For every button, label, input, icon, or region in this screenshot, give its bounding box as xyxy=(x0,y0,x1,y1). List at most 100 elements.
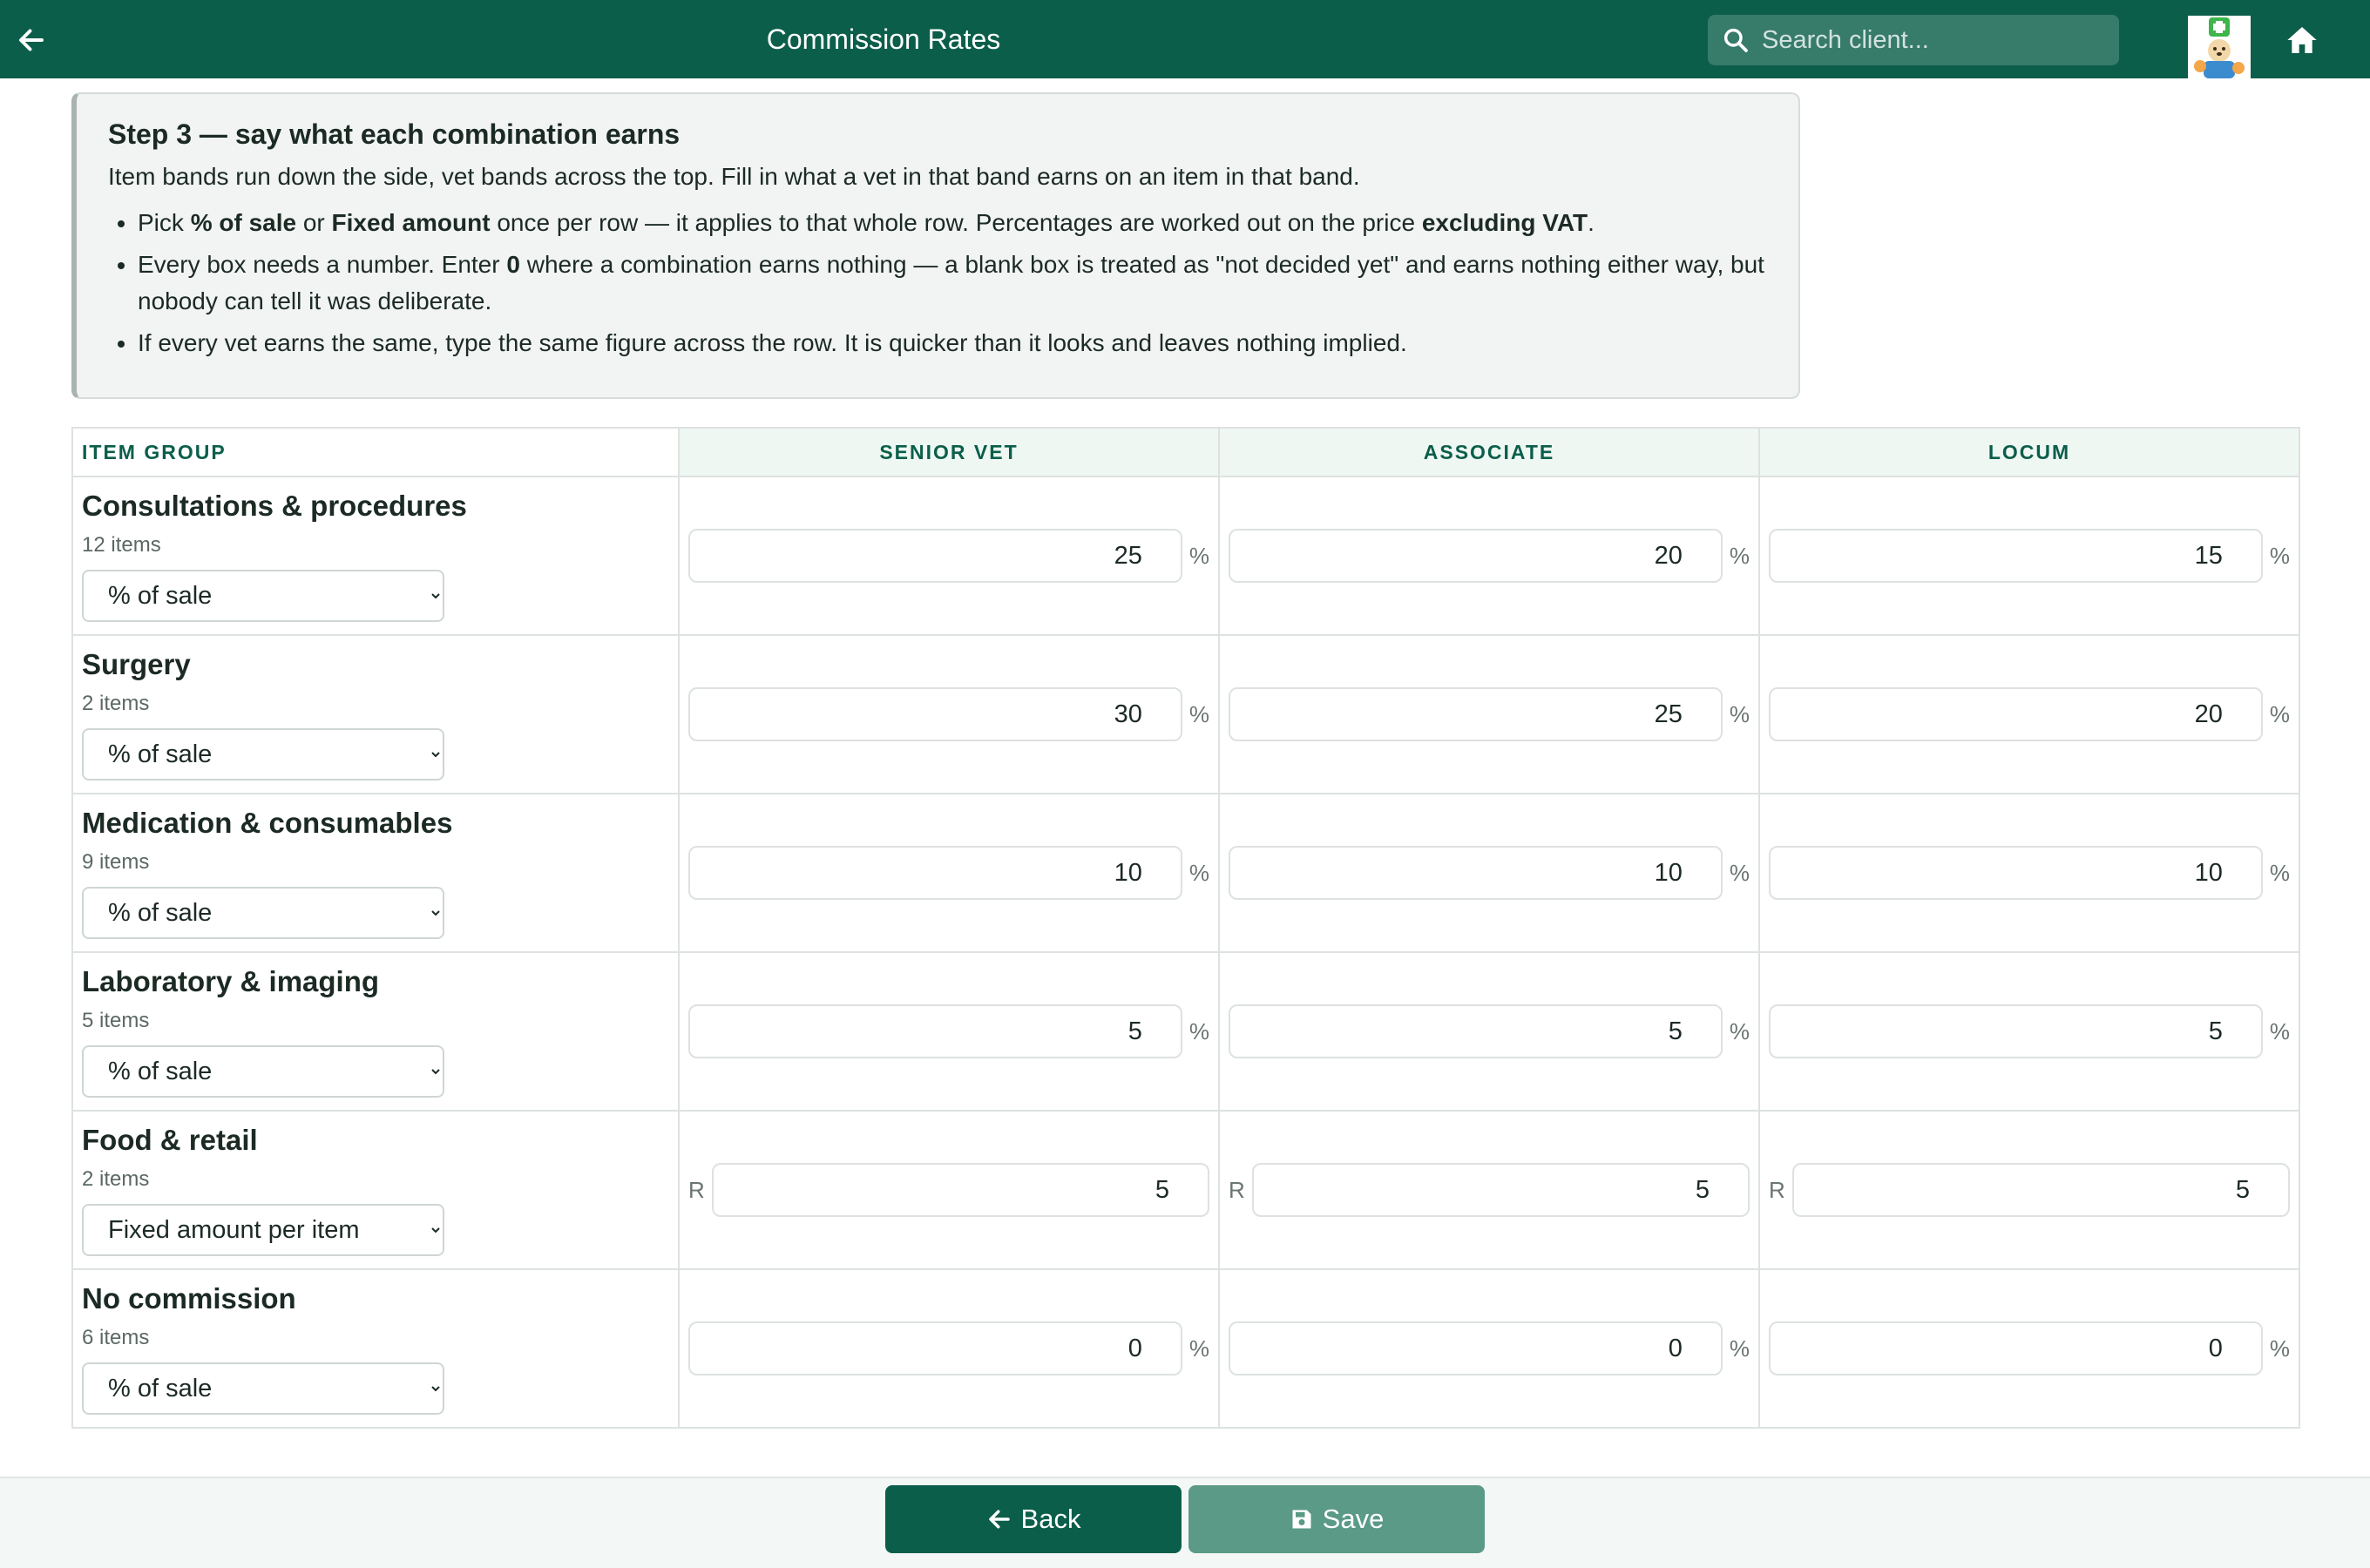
commission-mode-select[interactable]: % of saleFixed amount per item xyxy=(82,570,444,622)
rate-input[interactable] xyxy=(1769,529,2263,583)
rate-input[interactable] xyxy=(1791,1163,2290,1217)
instruction-item: Pick % of sale or Fixed amount once per … xyxy=(138,205,1767,241)
item-group-cell: Consultations & procedures 12 items % of s… xyxy=(71,476,680,636)
rate-input[interactable] xyxy=(688,846,1182,900)
commission-mode-select[interactable]: % of saleFixed amount per item xyxy=(82,1362,444,1415)
rate-input[interactable] xyxy=(688,1321,1182,1375)
top-bar: Commission Rates xyxy=(0,0,2370,78)
rate-cell-locum: % xyxy=(1758,1268,2300,1429)
item-group-count: 2 items xyxy=(82,1167,150,1191)
rate-input[interactable] xyxy=(1229,846,1723,900)
arrow-left-icon xyxy=(988,1510,1010,1529)
commission-mode-select[interactable]: % of saleFixed amount per item xyxy=(82,887,444,939)
commission-mode-select[interactable]: % of saleFixed amount per item xyxy=(82,1204,444,1256)
instruction-item: If every vet earns the same, type the sa… xyxy=(138,325,1767,362)
row-consultations: Consultations & procedures 12 items % of s… xyxy=(71,476,2300,636)
row-food-retail: Food & retail 2 items % of saleFixed amoun… xyxy=(71,1110,2300,1270)
rate-cell-associate: % xyxy=(1218,476,1760,636)
column-header-associate: ASSOCIATE xyxy=(1218,427,1760,477)
percent-suffix: % xyxy=(1188,542,1209,569)
percent-suffix: % xyxy=(2269,1335,2290,1362)
percent-suffix: % xyxy=(1729,1017,1750,1044)
item-group-cell: No commission 6 items % of saleFixed amoun… xyxy=(71,1268,680,1429)
instruction-item: Every box needs a number. Enter 0 where … xyxy=(138,247,1767,320)
item-group-cell: Laboratory & imaging 5 items % of saleFixe… xyxy=(71,951,680,1112)
percent-suffix: % xyxy=(2269,542,2290,569)
back-button[interactable]: Back xyxy=(885,1485,1182,1553)
rate-input[interactable] xyxy=(1251,1163,1750,1217)
commission-grid: ITEM GROUP SENIOR VET ASSOCIATE LOCUM Co… xyxy=(71,427,2300,1429)
percent-suffix: % xyxy=(1729,542,1750,569)
percent-suffix: % xyxy=(1188,1335,1209,1362)
percent-suffix: % xyxy=(1729,859,1750,886)
rate-cell-senior-vet: % xyxy=(678,1268,1220,1429)
search-input[interactable] xyxy=(1762,15,2110,65)
currency-prefix: R xyxy=(688,1176,705,1203)
percent-suffix: % xyxy=(1188,700,1209,727)
item-group-count: 5 items xyxy=(82,1009,150,1032)
rate-input[interactable] xyxy=(1769,687,2263,741)
back-button-label: Back xyxy=(1020,1504,1081,1534)
rate-input[interactable] xyxy=(1769,846,2263,900)
percent-suffix: % xyxy=(2269,859,2290,886)
percent-suffix: % xyxy=(2269,700,2290,727)
item-group-count: 2 items xyxy=(82,692,150,715)
column-header-senior-vet: SENIOR VET xyxy=(678,427,1220,477)
row-laboratory: Laboratory & imaging 5 items % of saleFixe… xyxy=(71,951,2300,1112)
instructions-intro: Item bands run down the side, vet bands … xyxy=(108,163,1360,190)
percent-suffix: % xyxy=(1188,1017,1209,1044)
row-medication: Medication & consumables 9 items % of sale… xyxy=(71,793,2300,953)
item-group-name: Medication & consumables xyxy=(82,807,453,839)
rate-input[interactable] xyxy=(1229,687,1723,741)
item-group-count: 9 items xyxy=(82,850,150,874)
commission-mode-select[interactable]: % of saleFixed amount per item xyxy=(82,1045,444,1098)
rate-cell-locum: R xyxy=(1758,1110,2300,1270)
percent-suffix: % xyxy=(1729,700,1750,727)
rate-cell-senior-vet: % xyxy=(678,476,1220,636)
percent-suffix: % xyxy=(1729,1335,1750,1362)
search-icon xyxy=(1723,28,1748,52)
rate-cell-associate: % xyxy=(1218,634,1760,794)
save-button-label: Save xyxy=(1322,1504,1385,1534)
item-group-name: No commission xyxy=(82,1282,296,1315)
rate-input[interactable] xyxy=(688,687,1182,741)
percent-suffix: % xyxy=(1188,859,1209,886)
rate-input[interactable] xyxy=(1769,1004,2263,1058)
home-icon[interactable] xyxy=(2285,23,2319,57)
grid-header-row: ITEM GROUP SENIOR VET ASSOCIATE LOCUM xyxy=(71,427,2300,477)
item-group-count: 12 items xyxy=(82,533,161,557)
rate-cell-associate: % xyxy=(1218,793,1760,953)
clinic-logo xyxy=(2188,16,2251,78)
instructions-title: Step 3 — say what each combination earns xyxy=(108,118,681,150)
rate-cell-senior-vet: % xyxy=(678,793,1220,953)
rate-input[interactable] xyxy=(1229,1004,1723,1058)
percent-suffix: % xyxy=(2269,1017,2290,1044)
currency-prefix: R xyxy=(1769,1176,1785,1203)
rate-input[interactable] xyxy=(688,1004,1182,1058)
rate-cell-associate: R xyxy=(1218,1110,1760,1270)
row-no-commission: No commission 6 items % of saleFixed amoun… xyxy=(71,1268,2300,1429)
item-group-name: Surgery xyxy=(82,648,191,680)
footer-bar xyxy=(0,1477,2370,1568)
item-group-cell: Surgery 2 items % of saleFixed amount per … xyxy=(71,634,680,794)
rate-input[interactable] xyxy=(1229,1321,1723,1375)
rate-cell-senior-vet: % xyxy=(678,951,1220,1112)
rate-input[interactable] xyxy=(688,529,1182,583)
item-group-name: Food & retail xyxy=(82,1124,258,1156)
search-box[interactable] xyxy=(1708,15,2119,65)
item-group-cell: Food & retail 2 items % of saleFixed amoun… xyxy=(71,1110,680,1270)
row-surgery: Surgery 2 items % of saleFixed amount per … xyxy=(71,634,2300,794)
instructions-panel: Step 3 — say what each combination earns… xyxy=(71,92,1800,399)
rate-input[interactable] xyxy=(1229,529,1723,583)
rate-cell-associate: % xyxy=(1218,1268,1760,1429)
save-button[interactable]: Save xyxy=(1188,1485,1485,1553)
currency-prefix: R xyxy=(1229,1176,1245,1203)
rate-cell-locum: % xyxy=(1758,951,2300,1112)
instructions-list: Pick % of sale or Fixed amount once per … xyxy=(108,205,1767,362)
item-group-name: Consultations & procedures xyxy=(82,490,467,522)
rate-input[interactable] xyxy=(1769,1321,2263,1375)
item-group-count: 6 items xyxy=(82,1326,150,1349)
commission-mode-select[interactable]: % of saleFixed amount per item xyxy=(82,728,444,781)
rate-input[interactable] xyxy=(711,1163,1209,1217)
column-header-item-group: ITEM GROUP xyxy=(71,427,680,477)
